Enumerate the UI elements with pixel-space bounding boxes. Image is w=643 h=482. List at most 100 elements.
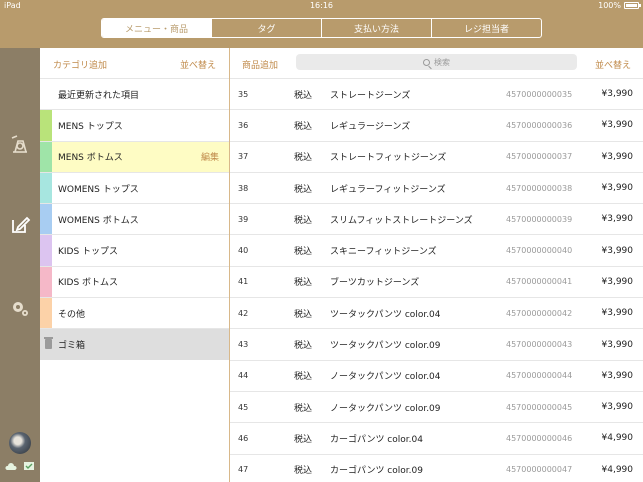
category-color-swatch bbox=[40, 110, 52, 141]
product-price: ¥3,990 bbox=[601, 402, 634, 413]
product-number: 37 bbox=[238, 152, 249, 162]
tax-label: 税込 bbox=[294, 403, 313, 414]
add-category-button[interactable]: カテゴリ追加 bbox=[53, 58, 107, 71]
edit-category-button[interactable]: 編集 bbox=[201, 142, 219, 172]
category-label: KIDS トップス bbox=[58, 247, 119, 258]
product-barcode: 4570000000042 bbox=[506, 308, 573, 318]
product-number: 47 bbox=[238, 465, 249, 475]
section-tabs: メニュー・商品 タグ 支払い方法 レジ担当者 bbox=[101, 18, 542, 38]
category-color-swatch bbox=[40, 172, 52, 204]
tax-label: 税込 bbox=[294, 278, 313, 289]
category-color-swatch bbox=[40, 298, 52, 329]
tax-label: 税込 bbox=[294, 184, 313, 195]
product-price: ¥4,990 bbox=[601, 433, 634, 444]
table-row[interactable]: 39 税込 スリムフィットストレートジーンズ 4570000000039 ¥3,990 bbox=[230, 203, 643, 234]
search-input[interactable]: 検索 bbox=[296, 54, 577, 70]
product-barcode: 4570000000043 bbox=[506, 340, 573, 350]
category-other[interactable]: その他 bbox=[40, 297, 229, 329]
category-womens-tops[interactable]: WOMENS トップス bbox=[40, 171, 229, 204]
category-color-swatch bbox=[40, 204, 52, 235]
product-number: 43 bbox=[238, 340, 249, 350]
table-row[interactable]: 36 税込 レギュラージーンズ 4570000000036 ¥3,990 bbox=[230, 109, 643, 140]
product-barcode: 4570000000039 bbox=[506, 214, 573, 224]
table-row[interactable]: 38 税込 レギュラーフィットジーンズ 4570000000038 ¥3,990 bbox=[230, 171, 643, 203]
product-price: ¥3,990 bbox=[601, 214, 634, 225]
status-bar: iPad 16:16 100% bbox=[0, 0, 643, 12]
search-placeholder: 検索 bbox=[434, 57, 450, 67]
product-barcode: 4570000000036 bbox=[506, 120, 573, 130]
sort-products-button[interactable]: 並べ替え bbox=[595, 58, 631, 71]
table-row[interactable]: 43 税込 ツータックパンツ color.09 4570000000043 ¥3,990 bbox=[230, 328, 643, 359]
product-price: ¥4,990 bbox=[601, 464, 634, 475]
cloud-icon[interactable] bbox=[5, 461, 17, 471]
product-barcode: 4570000000040 bbox=[506, 246, 573, 256]
table-row[interactable]: 37 税込 ストレートフィットジーンズ 4570000000037 ¥3,990 bbox=[230, 140, 643, 172]
product-list: 35 税込 ストレートジーンズ 4570000000035 ¥3,990 36 税込 レギュラ… bbox=[230, 78, 643, 482]
category-color-swatch bbox=[40, 266, 52, 298]
tax-label: 税込 bbox=[294, 372, 313, 383]
product-number: 44 bbox=[238, 371, 249, 381]
category-label: 最近更新された項目 bbox=[58, 90, 140, 101]
category-panel: カテゴリ追加 並べ替え 最近更新された項目 MENS トップス MENS ボトム… bbox=[40, 48, 229, 482]
category-womens-bottoms[interactable]: WOMENS ボトムス bbox=[40, 203, 229, 235]
category-color-swatch bbox=[40, 235, 52, 266]
product-barcode: 4570000000046 bbox=[506, 433, 573, 443]
tax-label: 税込 bbox=[294, 341, 313, 352]
add-product-button[interactable]: 商品追加 bbox=[242, 58, 278, 71]
avatar[interactable] bbox=[9, 432, 31, 454]
product-number: 38 bbox=[238, 183, 249, 193]
side-rail bbox=[0, 48, 40, 482]
table-row[interactable]: 47 税込 カーゴパンツ color.09 4570000000047 ¥4,990 bbox=[230, 453, 643, 482]
tab-menu-products[interactable]: メニュー・商品 bbox=[102, 19, 211, 37]
category-label: MENS トップス bbox=[58, 121, 123, 132]
clock: 16:16 bbox=[309, 1, 334, 10]
sort-categories-button[interactable]: 並べ替え bbox=[180, 58, 216, 71]
table-row[interactable]: 45 税込 ノータックパンツ color.09 4570000000045 ¥3,990 bbox=[230, 390, 643, 422]
product-name: ノータックパンツ color.04 bbox=[330, 372, 441, 383]
tax-label: 税込 bbox=[294, 247, 313, 258]
product-barcode: 4570000000044 bbox=[506, 371, 573, 381]
category-kids-tops[interactable]: KIDS トップス bbox=[40, 234, 229, 266]
product-barcode: 4570000000041 bbox=[506, 277, 573, 287]
product-name: カーゴパンツ color.04 bbox=[330, 434, 423, 445]
table-row[interactable]: 42 税込 ツータックパンツ color.04 4570000000042 ¥3,990 bbox=[230, 297, 643, 328]
category-mens-bottoms[interactable]: MENS ボトムス 編集 bbox=[40, 140, 229, 172]
table-row[interactable]: 46 税込 カーゴパンツ color.04 4570000000046 ¥4,990 bbox=[230, 422, 643, 453]
edit-icon[interactable] bbox=[8, 213, 32, 237]
category-label: WOMENS ボトムス bbox=[58, 215, 139, 226]
product-price: ¥3,990 bbox=[601, 120, 634, 131]
product-number: 46 bbox=[238, 433, 249, 443]
settings-icon[interactable] bbox=[8, 296, 32, 320]
tax-label: 税込 bbox=[294, 434, 313, 445]
battery-icon bbox=[624, 2, 641, 9]
category-color-swatch bbox=[40, 141, 52, 172]
tab-cashiers[interactable]: レジ担当者 bbox=[431, 19, 541, 37]
category-trash[interactable]: ゴミ箱 bbox=[40, 328, 229, 360]
product-price: ¥3,990 bbox=[601, 276, 634, 287]
product-barcode: 4570000000035 bbox=[506, 89, 573, 99]
category-header: カテゴリ追加 並べ替え bbox=[40, 48, 229, 78]
product-number: 40 bbox=[238, 246, 249, 256]
product-number: 35 bbox=[238, 89, 249, 99]
category-kids-bottoms[interactable]: KIDS ボトムス bbox=[40, 265, 229, 298]
scale-icon[interactable] bbox=[8, 132, 32, 156]
product-price: ¥3,990 bbox=[601, 89, 634, 100]
table-row[interactable]: 41 税込 ブーツカットジーンズ 4570000000041 ¥3,990 bbox=[230, 265, 643, 297]
product-panel: 商品追加 検索 並べ替え 35 税込 ストレートジーンズ 4570000000035 ¥… bbox=[230, 48, 643, 482]
category-label: WOMENS トップス bbox=[58, 184, 139, 195]
product-number: 45 bbox=[238, 402, 249, 412]
tab-tags[interactable]: タグ bbox=[211, 19, 321, 37]
tab-payment-methods[interactable]: 支払い方法 bbox=[321, 19, 431, 37]
table-row[interactable]: 40 税込 スキニーフィットジーンズ 4570000000040 ¥3,990 bbox=[230, 234, 643, 265]
table-row[interactable]: 35 税込 ストレートジーンズ 4570000000035 ¥3,990 bbox=[230, 78, 643, 109]
category-label: MENS ボトムス bbox=[58, 153, 123, 164]
table-row[interactable]: 44 税込 ノータックパンツ color.04 4570000000044 ¥3,990 bbox=[230, 359, 643, 391]
category-mens-tops[interactable]: MENS トップス bbox=[40, 109, 229, 141]
product-name: ツータックパンツ color.04 bbox=[330, 309, 441, 320]
battery-percent: 100% bbox=[598, 1, 621, 10]
product-barcode: 4570000000045 bbox=[506, 402, 573, 412]
product-barcode: 4570000000038 bbox=[506, 183, 573, 193]
checkbox-icon[interactable] bbox=[23, 461, 35, 471]
category-recent[interactable]: 最近更新された項目 bbox=[40, 78, 229, 109]
product-name: レギュラージーンズ bbox=[330, 121, 411, 132]
